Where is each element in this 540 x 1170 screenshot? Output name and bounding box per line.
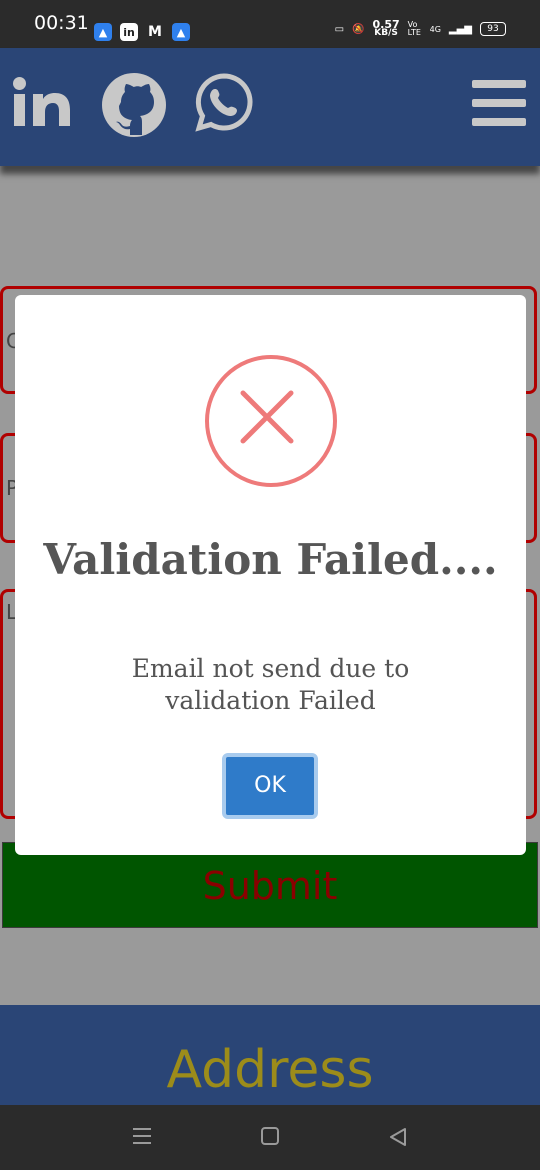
dialog-title: Validation Failed.... <box>43 535 498 584</box>
dialog-message: Email not send due to validation Failed <box>131 654 410 715</box>
bell-off-icon: 🔕 <box>352 23 365 35</box>
notification-icons: ▲ in M ▲ <box>94 23 190 41</box>
android-icon: ▲ <box>94 23 112 41</box>
navigation-bar <box>0 1105 540 1170</box>
back-icon[interactable] <box>388 1127 408 1151</box>
address-title: Address <box>166 1040 374 1100</box>
cast-icon: ▭ <box>334 23 345 35</box>
gmail-icon: M <box>148 24 162 40</box>
github-icon[interactable] <box>101 72 167 142</box>
recent-apps-icon[interactable] <box>132 1127 152 1149</box>
error-x-icon <box>205 355 337 487</box>
volte-label: Vo LTE <box>407 20 421 37</box>
status-time: 00:31 <box>34 12 89 34</box>
linkedin-notification-icon: in <box>120 23 138 41</box>
linkedin-icon[interactable] <box>12 76 74 132</box>
app-header <box>0 48 540 166</box>
signal-label: 4G <box>429 24 441 34</box>
battery-icon: 93 <box>480 22 506 36</box>
home-icon[interactable] <box>260 1127 280 1149</box>
hamburger-menu-icon[interactable] <box>472 80 526 137</box>
status-bar: 00:31 ▲ in M ▲ ▭ 🔕 0.57 KB/S Vo LTE 4G ▂… <box>0 0 540 48</box>
signal-icon: ▂▄▆ <box>448 23 472 35</box>
network-speed: 0.57 KB/S <box>372 18 400 38</box>
android-icon-2: ▲ <box>172 23 190 41</box>
error-dialog: Validation Failed.... Email not send due… <box>15 295 526 855</box>
system-icons: ▭ 🔕 0.57 KB/S Vo LTE 4G ▂▄▆ 93 <box>334 18 506 38</box>
whatsapp-icon[interactable] <box>194 72 254 136</box>
ok-button[interactable]: OK <box>222 753 318 819</box>
